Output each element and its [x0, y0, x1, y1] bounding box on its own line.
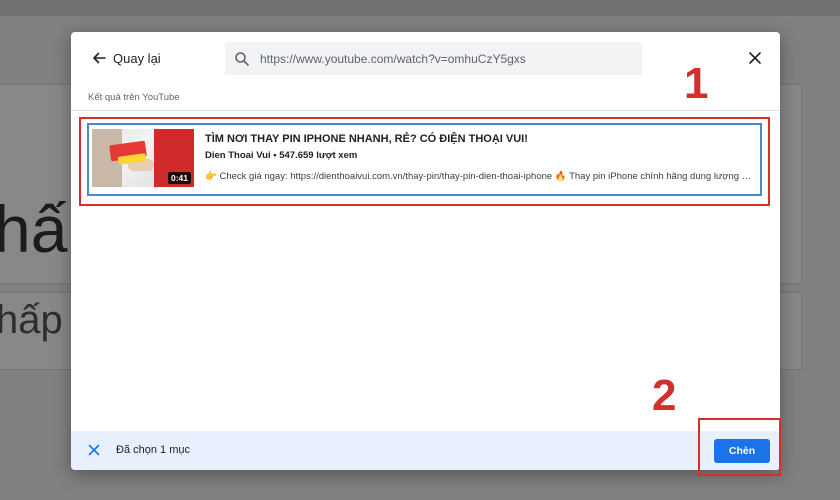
- insert-button[interactable]: Chèn: [714, 439, 770, 463]
- divider: [71, 110, 780, 111]
- search-input[interactable]: [260, 51, 630, 66]
- video-result-item[interactable]: 0:41 TÌM NƠI THAY PIN IPHONE NHANH, RẺ? …: [87, 123, 762, 196]
- close-icon: [88, 444, 100, 456]
- close-icon: [749, 52, 761, 64]
- video-title: TÌM NƠI THAY PIN IPHONE NHANH, RẺ? CÓ ĐI…: [205, 133, 528, 145]
- close-button[interactable]: [746, 49, 764, 67]
- clear-selection-button[interactable]: [86, 442, 102, 458]
- video-meta: Dien Thoai Vui • 547.659 lượt xem: [205, 150, 358, 161]
- dialog-header: Quay lại: [71, 32, 780, 84]
- step-number-1: 1: [684, 59, 709, 108]
- section-label: Kết quả trên YouTube: [88, 92, 180, 103]
- back-button[interactable]: Quay lại: [91, 46, 161, 70]
- selection-count-label: Đã chọn 1 mục: [116, 444, 190, 456]
- search-box[interactable]: [225, 42, 642, 75]
- search-icon: [234, 51, 250, 67]
- back-label: Quay lại: [113, 50, 161, 66]
- dialog-footer: Đã chọn 1 mục Chèn: [71, 431, 780, 470]
- arrow-left-icon: [91, 50, 107, 66]
- video-duration: 0:41: [167, 172, 191, 184]
- video-description: 👉 Check giá ngay: https://dienthoaivui.c…: [205, 171, 755, 182]
- step-number-2: 2: [652, 371, 677, 420]
- video-thumbnail: 0:41: [92, 129, 194, 187]
